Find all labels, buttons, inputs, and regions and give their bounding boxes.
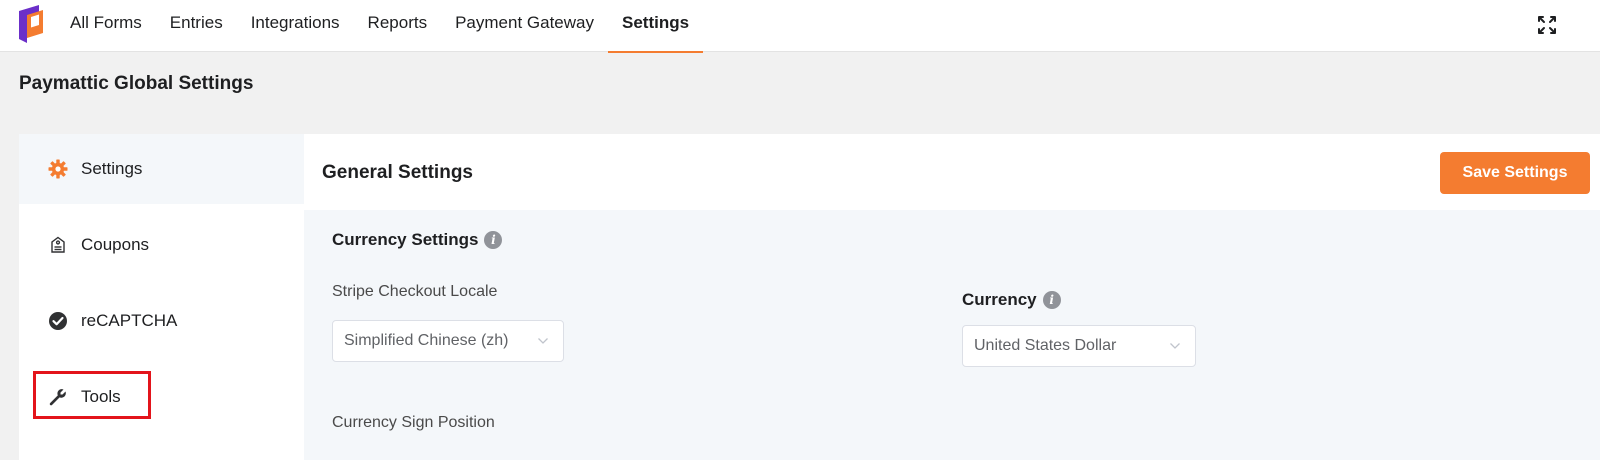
nav-integrations[interactable]: Integrations: [237, 0, 354, 52]
currency-select[interactable]: United States Dollar: [962, 325, 1196, 367]
nav-all-forms[interactable]: All Forms: [56, 0, 156, 52]
save-settings-button[interactable]: Save Settings: [1440, 152, 1590, 194]
paymattic-logo-icon[interactable]: [17, 5, 45, 43]
nav-settings[interactable]: Settings: [607, 0, 704, 53]
wrench-icon: [47, 386, 69, 408]
sidebar-item-label: Settings: [81, 159, 143, 178]
info-icon[interactable]: i: [1042, 291, 1061, 309]
sidebar-item-label: reCAPTCHA: [81, 311, 178, 330]
nav-payment-gateway[interactable]: Payment Gateway: [441, 0, 608, 52]
sidebar-item-tools[interactable]: Tools: [19, 362, 304, 432]
settings-sidebar: Settings Coupons reCAPTCHA Tools: [19, 134, 304, 460]
checkout-locale-label: Stripe Checkout Locale: [332, 283, 498, 300]
currency-settings-panel: Currency Settings i Stripe Checkout Loca…: [304, 210, 1600, 460]
top-navbar: All Forms Entries Integrations Reports P…: [0, 0, 1600, 53]
page-title: Paymattic Global Settings: [19, 73, 254, 94]
gear-icon: [47, 158, 69, 180]
chevron-down-icon: [538, 338, 548, 344]
nav-reports[interactable]: Reports: [354, 0, 442, 52]
sidebar-item-label: Coupons: [81, 235, 150, 254]
fullscreen-toggle-icon[interactable]: [1536, 14, 1558, 36]
section-heading: General Settings: [322, 162, 473, 183]
info-icon[interactable]: i: [484, 231, 503, 249]
settings-main-panel: General Settings Save Settings Currency …: [304, 134, 1600, 460]
sidebar-item-coupons[interactable]: Coupons: [19, 210, 304, 280]
currency-settings-title: Currency Settings i: [332, 230, 503, 250]
nav-entries[interactable]: Entries: [156, 0, 237, 52]
currency-sign-position-label: Currency Sign Position: [332, 414, 495, 431]
currency-settings-label: Currency Settings: [332, 230, 479, 249]
currency-value: United States Dollar: [974, 337, 1117, 354]
sidebar-item-recaptcha[interactable]: reCAPTCHA: [19, 286, 304, 356]
currency-label: Currency i: [962, 290, 1061, 310]
currency-label-text: Currency: [962, 290, 1037, 309]
checkout-locale-value: Simplified Chinese (zh): [344, 332, 509, 349]
chevron-down-icon: [1170, 343, 1180, 349]
sidebar-item-label: Tools: [81, 387, 121, 406]
coupon-tag-icon: [47, 234, 69, 256]
checkout-locale-select[interactable]: Simplified Chinese (zh): [332, 320, 564, 362]
main-header: General Settings Save Settings: [304, 134, 1600, 210]
check-circle-icon: [47, 310, 69, 332]
main-nav: All Forms Entries Integrations Reports P…: [56, 0, 704, 53]
sidebar-item-settings[interactable]: Settings: [19, 134, 304, 204]
